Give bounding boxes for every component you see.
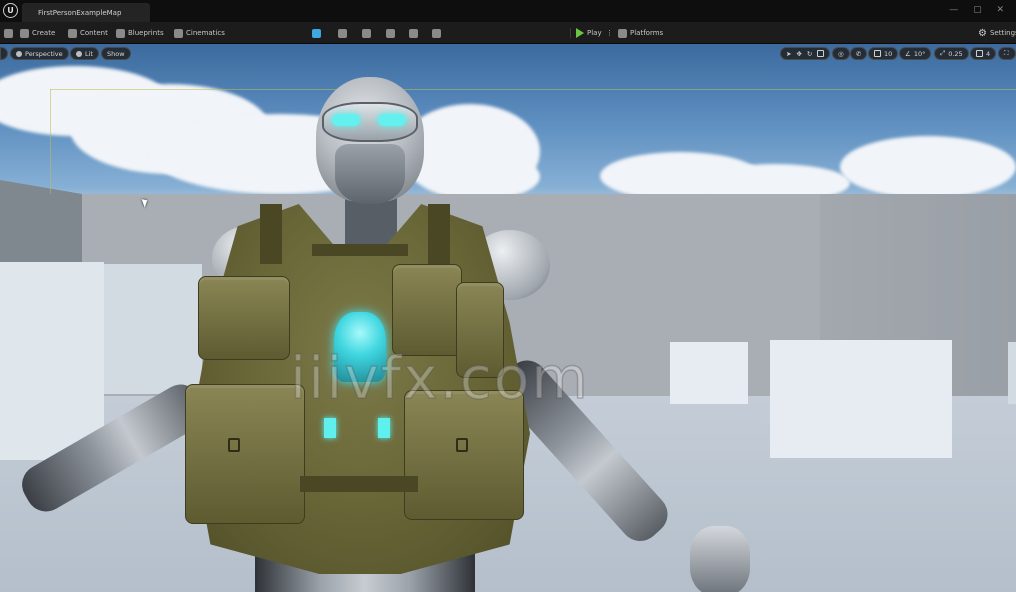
right-eye-glow [378, 114, 406, 126]
vest-pouch [185, 384, 305, 524]
main-toolbar: Create Content Blueprints Cinematics Pla… [0, 22, 1016, 44]
perspective-label: Perspective [25, 49, 63, 58]
select-mode-button[interactable] [312, 22, 321, 44]
toolbar-divider [570, 28, 571, 38]
vest-strap [428, 204, 450, 264]
play-button[interactable]: Play [576, 22, 602, 44]
snap-surface-icon: ✆ [856, 49, 862, 58]
modeling-icon [432, 28, 441, 38]
angle-icon: ∠ [905, 49, 911, 58]
vest-strap [260, 204, 282, 264]
trash-icon [409, 28, 418, 38]
paint-icon [386, 28, 395, 38]
create-button[interactable]: Create [20, 22, 55, 44]
scale-snap-button[interactable]: ⤢ 0.25 [934, 47, 969, 60]
rotation-snap-value: 10° [913, 49, 926, 58]
play-icon [576, 28, 584, 38]
settings-label: Settings [989, 29, 1016, 37]
maximize-viewport-button[interactable]: ⛶ [998, 47, 1016, 60]
select-mode-icon [312, 28, 321, 38]
save-icon [4, 28, 13, 38]
play-options-button[interactable]: ⋮ [606, 22, 613, 44]
title-bar: U FirstPersonExampleMap — ▢ ✕ [0, 0, 1016, 22]
cinematics-button[interactable]: Cinematics [174, 22, 225, 44]
modeling-mode-button[interactable] [432, 22, 441, 44]
blueprints-label: Blueprints [128, 29, 164, 37]
landscape-icon [338, 28, 347, 38]
buckle [456, 438, 468, 452]
grid-snap-value: 10 [884, 49, 893, 58]
move-icon[interactable]: ✥ [796, 50, 801, 58]
play-label: Play [587, 29, 602, 37]
perspective-button[interactable]: Perspective [10, 47, 69, 60]
belt-strap [300, 476, 418, 492]
rotate-icon[interactable]: ↻ [807, 50, 812, 58]
save-button[interactable] [4, 22, 13, 44]
content-button[interactable]: Content [68, 22, 108, 44]
scale-icon[interactable] [817, 50, 825, 57]
delete-button[interactable] [409, 22, 418, 44]
scale-snap-value: 0.25 [948, 49, 963, 58]
cinematics-label: Cinematics [186, 29, 225, 37]
left-arm [14, 377, 212, 519]
map-tab[interactable]: FirstPersonExampleMap [22, 3, 150, 22]
settings-button[interactable]: ⚙ Settings [978, 22, 1016, 44]
blueprints-button[interactable]: Blueprints [116, 22, 164, 44]
content-icon [68, 28, 77, 38]
more-vertical-icon: ⋮ [606, 29, 613, 37]
surface-snap-toggle[interactable]: ✆ [850, 47, 868, 60]
foliage-mode-button[interactable] [362, 22, 371, 44]
watermark-text: iiivfx.com [289, 343, 590, 413]
paint-mode-button[interactable] [386, 22, 395, 44]
chest-strap [312, 244, 408, 256]
gear-icon: ⚙ [978, 27, 987, 39]
camera-icon [16, 50, 22, 57]
vest-pouch [198, 276, 290, 360]
platforms-label: Platforms [630, 29, 664, 37]
buckle [228, 438, 240, 452]
waist-glow [378, 418, 390, 438]
blueprints-icon [116, 28, 125, 38]
create-label: Create [32, 29, 56, 37]
globe-icon: ◎ [838, 49, 844, 58]
window-controls[interactable]: — ▢ ✕ [949, 5, 1010, 15]
show-label: Show [107, 49, 125, 58]
unreal-logo-icon[interactable]: U [3, 3, 18, 18]
rotation-snap-button[interactable]: ∠ 10° [899, 47, 932, 60]
show-button[interactable]: Show [101, 47, 131, 60]
transform-tools[interactable]: ➤ ✥ ↻ [780, 47, 831, 60]
grid-snap-button[interactable]: 10 [868, 47, 899, 60]
platforms-button[interactable]: Platforms [618, 22, 663, 44]
scale-snap-icon: ⤢ [940, 49, 946, 57]
create-icon [20, 28, 29, 38]
sun-icon [76, 50, 82, 57]
lit-button[interactable]: Lit [70, 47, 99, 60]
select-arrow-icon[interactable]: ➤ [786, 50, 791, 58]
lit-label: Lit [85, 49, 93, 58]
faceplate [335, 144, 405, 204]
left-eye-glow [332, 114, 360, 126]
platforms-icon [618, 28, 627, 38]
landscape-mode-button[interactable] [338, 22, 347, 44]
vest-pouch [392, 264, 462, 356]
foliage-icon [362, 28, 371, 38]
level-viewport[interactable]: iiivfx.com Perspective Lit Show ➤ ✥ ↻ ◎ … [0, 44, 1016, 592]
world-local-toggle[interactable]: ◎ [832, 47, 850, 60]
camera-speed-icon [976, 50, 983, 57]
camera-speed-button[interactable]: 4 [970, 47, 997, 60]
camera-speed-value: 4 [986, 49, 991, 58]
character-mesh[interactable] [0, 44, 1016, 592]
content-label: Content [80, 29, 108, 37]
waist-glow [324, 418, 336, 438]
maximize-icon: ⛶ [1004, 49, 1009, 57]
right-hand [690, 526, 750, 592]
grid-icon [874, 50, 881, 57]
cinematics-icon [174, 28, 183, 38]
